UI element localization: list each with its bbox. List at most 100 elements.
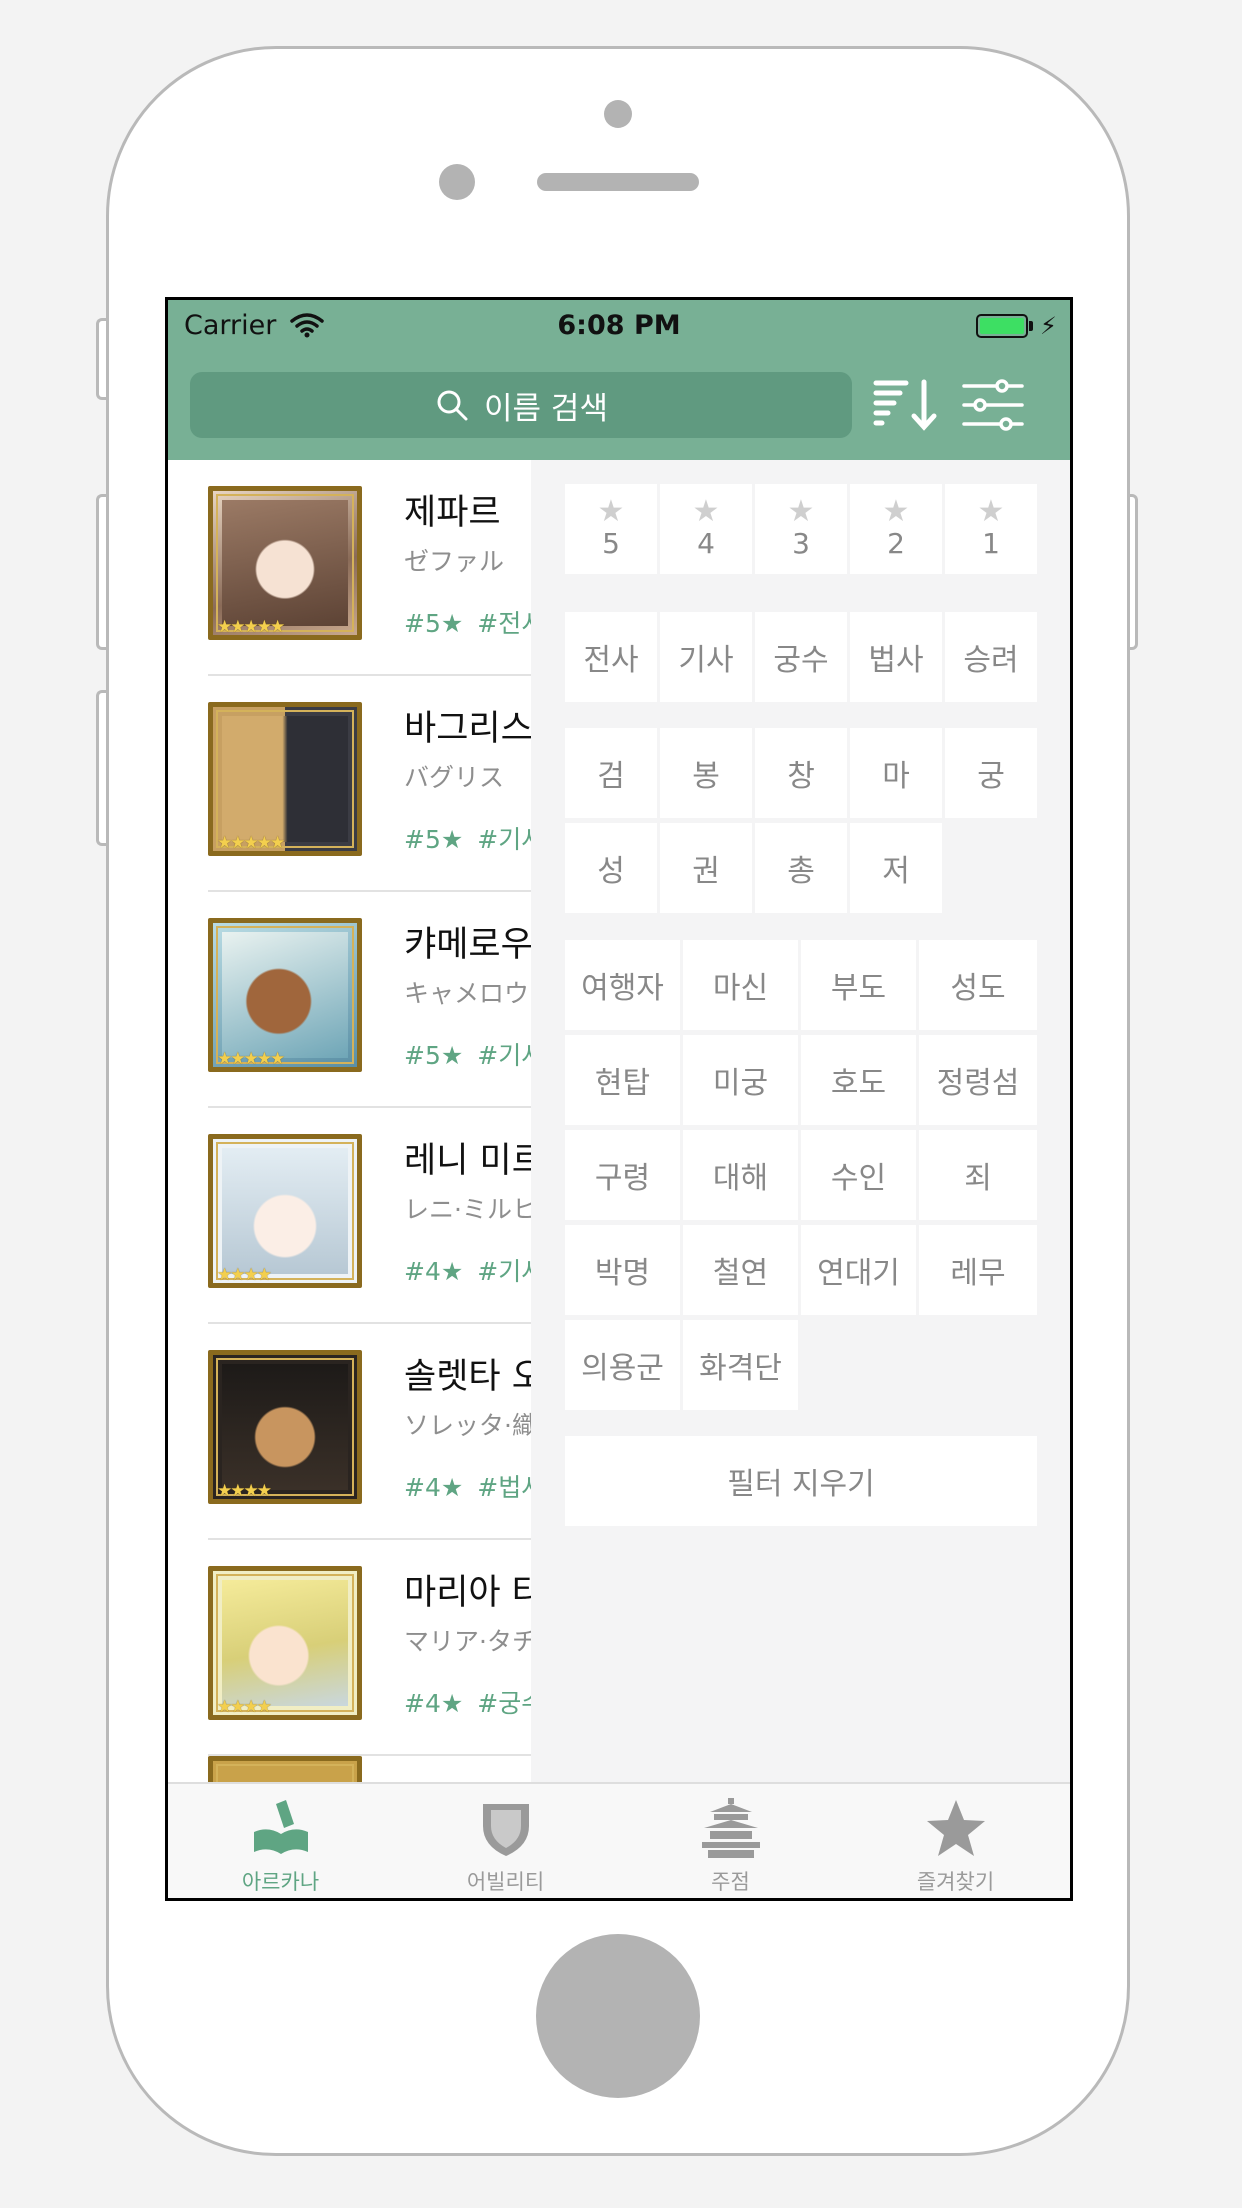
filter-weapon[interactable]: 궁 xyxy=(945,728,1037,818)
rarity-stars: ★★★★ xyxy=(217,1697,272,1717)
filter-affiliation[interactable]: 레무 xyxy=(919,1225,1037,1315)
battery-tip xyxy=(1029,321,1033,331)
filter-weapon[interactable]: 봉 xyxy=(660,728,752,818)
filter-affiliation[interactable]: 마신 xyxy=(683,940,798,1030)
arcana-portrait: ★★★★★ xyxy=(208,702,362,856)
arcana-japanese-name: ゼファル xyxy=(404,547,505,576)
clear-filter-button[interactable]: 필터 지우기 xyxy=(565,1436,1037,1526)
rarity-tag: #5★ xyxy=(404,609,464,638)
arcana-portrait: ★★★★ xyxy=(208,1134,362,1288)
filter-class[interactable]: 승려 xyxy=(945,612,1037,702)
filter-affiliation[interactable]: 호도 xyxy=(801,1035,916,1125)
star-icon: ★ xyxy=(787,494,815,529)
filter-affiliation[interactable]: 부도 xyxy=(801,940,916,1030)
arcana-japanese-name: キャメロウ xyxy=(404,979,530,1008)
filter-rarity-4[interactable]: ★ 4 xyxy=(660,484,752,574)
rarity-tag: #4★ xyxy=(404,1689,464,1718)
filter-affiliation[interactable]: 대해 xyxy=(683,1130,798,1220)
tab-bar: 아르카나 어빌리티 주점 즐겨찾기 xyxy=(168,1782,1070,1898)
arcana-name: 마리아 타 xyxy=(404,1573,544,1613)
tab-ability[interactable]: 어빌리티 xyxy=(393,1784,618,1898)
filter-weapon[interactable]: 권 xyxy=(660,823,752,913)
filter-affiliation[interactable]: 여행자 xyxy=(565,940,680,1030)
arcana-portrait: ★★★★★ xyxy=(208,486,362,640)
filter-affiliation[interactable]: 성도 xyxy=(919,940,1037,1030)
filter-weapon[interactable]: 검 xyxy=(565,728,657,818)
tab-arcana[interactable]: 아르카나 xyxy=(168,1784,393,1898)
filter-affiliation[interactable]: 의용군 xyxy=(565,1320,680,1410)
filter-affiliation[interactable]: 미궁 xyxy=(683,1035,798,1125)
tab-label: 어빌리티 xyxy=(466,1870,545,1894)
tab-label: 즐겨찾기 xyxy=(916,1870,995,1894)
arcana-japanese-name: レニ·ミルヒ xyxy=(404,1195,537,1224)
front-camera xyxy=(604,100,632,128)
filter-affiliation[interactable]: 수인 xyxy=(801,1130,916,1220)
tab-label: 아르카나 xyxy=(241,1870,320,1894)
rarity-tag: #5★ xyxy=(404,825,464,854)
app-screen: Carrier 6:08 PM ⚡ 이름 검색 ★★★★★ 제파르 ゼファル #… xyxy=(165,297,1073,1901)
home-button[interactable] xyxy=(536,1934,700,2098)
filter-class[interactable]: 궁수 xyxy=(755,612,847,702)
filter-affiliation[interactable]: 구령 xyxy=(565,1130,680,1220)
filter-weapon[interactable]: 창 xyxy=(755,728,847,818)
sliders-icon xyxy=(962,379,1024,431)
mute-switch xyxy=(96,318,106,400)
filter-affiliation[interactable]: 연대기 xyxy=(801,1225,916,1315)
pagoda-icon xyxy=(702,1798,760,1858)
filter-affiliation[interactable]: 정령섬 xyxy=(919,1035,1037,1125)
rarity-tag: #5★ xyxy=(404,1041,464,1070)
proximity-sensor xyxy=(439,164,475,200)
shield-icon xyxy=(483,1804,529,1856)
filter-rarity-1[interactable]: ★ 1 xyxy=(945,484,1037,574)
star-icon: ★ xyxy=(597,494,625,529)
filter-rarity-label: 3 xyxy=(792,527,810,560)
filter-class[interactable]: 법사 xyxy=(850,612,942,702)
battery-icon xyxy=(976,314,1028,338)
status-bar: Carrier 6:08 PM ⚡ xyxy=(168,300,1070,350)
book-icon xyxy=(254,1800,308,1854)
filter-rarity-3[interactable]: ★ 3 xyxy=(755,484,847,574)
tab-label: 주점 xyxy=(711,1870,750,1894)
rarity-stars: ★★★★★ xyxy=(217,617,285,637)
search-field[interactable]: 이름 검색 xyxy=(190,372,852,438)
rarity-tag: #4★ xyxy=(404,1473,464,1502)
filter-affiliation[interactable]: 철연 xyxy=(683,1225,798,1315)
rarity-stars: ★★★★ xyxy=(217,1481,272,1501)
filter-weapon[interactable]: 총 xyxy=(755,823,847,913)
arcana-name: 제파르 xyxy=(404,493,501,533)
tab-favorites[interactable]: 즐겨찾기 xyxy=(843,1784,1068,1898)
filter-class[interactable]: 전사 xyxy=(565,612,657,702)
star-icon: ★ xyxy=(882,494,910,529)
arcana-portrait: ★★★★★ xyxy=(208,918,362,1072)
tab-tavern[interactable]: 주점 xyxy=(618,1784,843,1898)
filter-rarity-label: 5 xyxy=(602,527,620,560)
filter-panel: ★ 5 ★ 4 ★ 3 ★ 2 ★ 1 전사 기사 궁수 법사 승려 검 봉 창 마 궁 … xyxy=(531,460,1070,1782)
filter-weapon[interactable]: 저 xyxy=(850,823,942,913)
filter-weapon[interactable]: 마 xyxy=(850,728,942,818)
filter-affiliation[interactable]: 화격단 xyxy=(683,1320,798,1410)
arcana-japanese-name: マリア·タチ xyxy=(404,1627,537,1656)
filter-rarity-2[interactable]: ★ 2 xyxy=(850,484,942,574)
volume-down-button xyxy=(96,690,106,846)
rarity-stars: ★★★★★ xyxy=(217,833,285,853)
arcana-portrait: ★★★★ xyxy=(208,1350,362,1504)
sort-button[interactable] xyxy=(872,378,940,432)
filter-affiliation[interactable]: 현탑 xyxy=(565,1035,680,1125)
filter-class[interactable]: 기사 xyxy=(660,612,752,702)
charging-bolt-icon: ⚡ xyxy=(1040,312,1057,340)
filter-rarity-5[interactable]: ★ 5 xyxy=(565,484,657,574)
arcana-portrait xyxy=(208,1756,362,1782)
filter-affiliation[interactable]: 박명 xyxy=(565,1225,680,1315)
arcana-name: 레니 미르 xyxy=(404,1141,544,1181)
filter-affiliation[interactable]: 죄 xyxy=(919,1130,1037,1220)
star-icon xyxy=(927,1800,985,1856)
arcana-japanese-name: バグリス xyxy=(404,763,505,792)
search-icon xyxy=(437,390,468,421)
rarity-tag: #4★ xyxy=(404,1257,464,1286)
filter-button[interactable] xyxy=(962,378,1024,432)
arcana-name: 바그리스 xyxy=(404,709,533,749)
filter-weapon[interactable]: 성 xyxy=(565,823,657,913)
rarity-stars: ★★★★★ xyxy=(217,1049,285,1069)
filter-rarity-label: 1 xyxy=(982,527,1000,560)
sort-descending-icon xyxy=(873,379,937,431)
